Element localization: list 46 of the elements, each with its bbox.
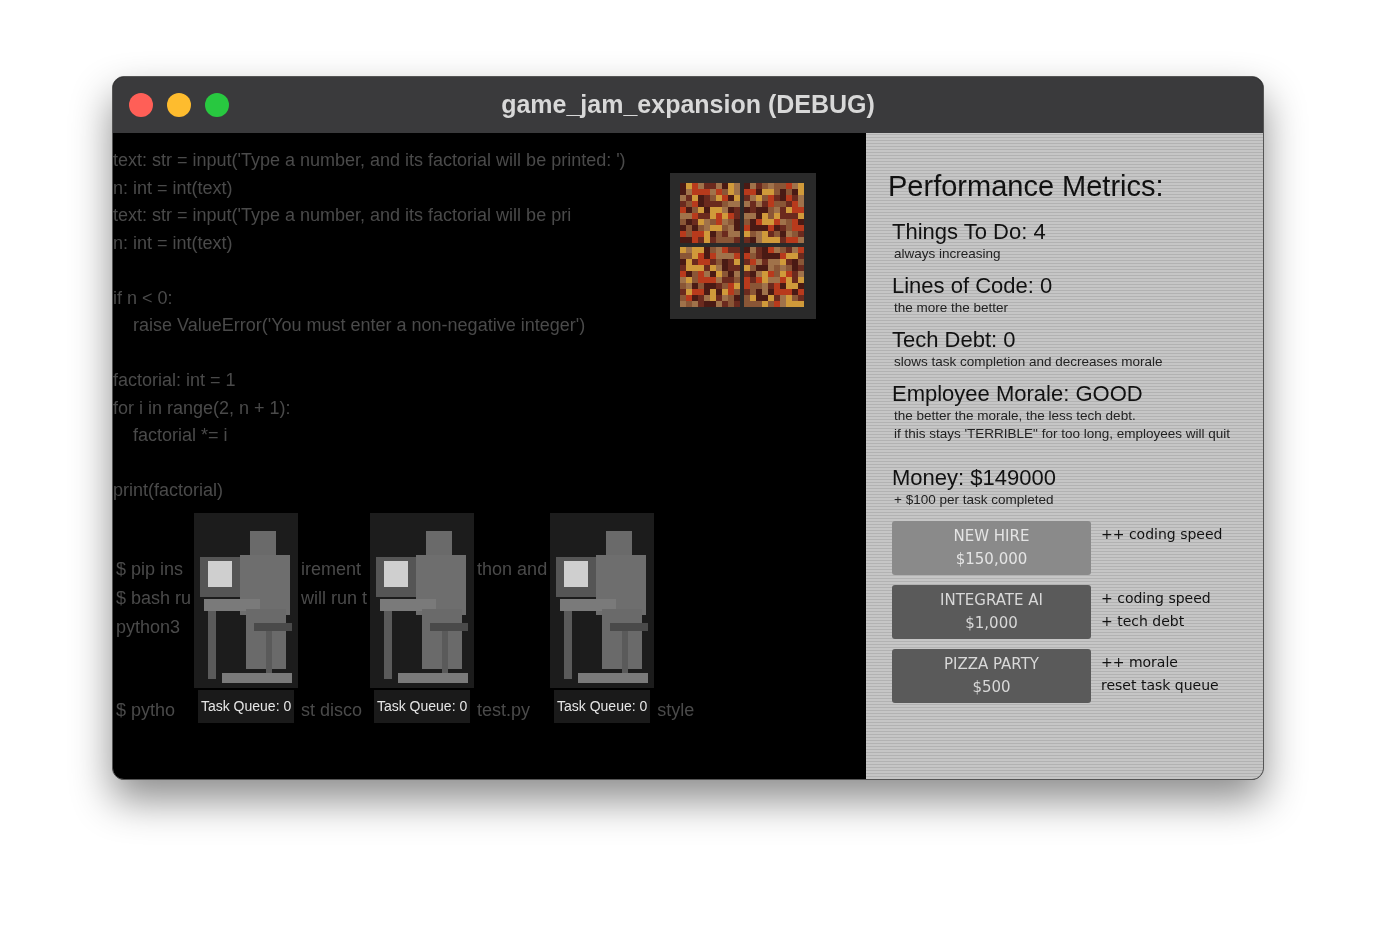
close-button[interactable] — [129, 93, 153, 117]
code-line: factorial: int = 1 — [113, 369, 237, 392]
effect-text: + coding speed — [1101, 588, 1211, 608]
task-queue-label: Task Queue: 0 — [373, 689, 471, 723]
code-fragment: $ bash ru — [116, 586, 192, 610]
code-line: n: int = int(text) — [113, 176, 234, 200]
code-line: raise ValueError('You must enter a non-negative integer') — [132, 314, 587, 337]
panel-heading: Performance Metrics: — [888, 169, 1165, 204]
metric-label: Money: $149000 — [892, 464, 1057, 491]
minimize-button[interactable] — [167, 93, 191, 117]
metric-label: Tech Debt: 0 — [892, 326, 1017, 353]
metric-label: Lines of Code: 0 — [892, 272, 1054, 299]
maximize-button[interactable] — [205, 93, 229, 117]
code-fragment: thon and — [477, 557, 548, 581]
code-fragment: will run t — [301, 586, 368, 610]
metric-note: the more the better — [893, 298, 1010, 317]
effect-text: ++ coding speed — [1101, 524, 1223, 544]
code-fragment: st disco — [301, 698, 364, 722]
code-fragment: $ pytho — [116, 698, 177, 722]
code-fragment: python3 — [116, 615, 181, 639]
code-line: if n < 0: — [113, 286, 174, 310]
code-fragment: irement — [301, 557, 362, 581]
code-line: text: str = input('Type a number, and its factorial will be printed: ') — [113, 149, 627, 172]
purchase-button[interactable]: INTEGRATE AI $1,000 — [892, 584, 1091, 639]
purchase-button[interactable]: PIZZA PARTY $500 — [892, 648, 1091, 703]
metric-label: Employee Morale: GOOD — [892, 380, 1144, 407]
task-queue-label: Task Queue: 0 — [197, 689, 295, 723]
task-queue-label: Task Queue: 0 — [554, 689, 651, 723]
code-fragment: $ pip ins — [116, 557, 184, 581]
effect-text: ++ morale — [1101, 652, 1179, 672]
metric-note: the better the morale, the less tech debt. — [893, 406, 1137, 425]
metric-note: if this stays 'TERRIBLE" for too long, employees will quit — [893, 424, 1231, 443]
metric-note: slows task completion and decreases morale — [893, 352, 1164, 371]
code-line: for i in range(2, n + 1): — [113, 396, 292, 420]
code-line: text: str = input('Type a number, and its factorial will be pri — [113, 204, 573, 227]
code-line: print(factorial) — [113, 479, 225, 502]
code-line: factorial *= i — [132, 424, 229, 447]
window-title: game_jam_expansion (DEBUG) — [501, 89, 875, 121]
effect-text: + tech debt — [1101, 611, 1186, 631]
code-fragment: style — [657, 698, 695, 722]
code-fragment: test.py — [477, 698, 532, 722]
code-line: n: int = int(text) — [113, 231, 234, 255]
metric-note: + $100 per task completed — [893, 490, 1055, 509]
effect-text: reset task queue — [1101, 675, 1219, 695]
metric-label: Things To Do: 4 — [892, 218, 1047, 245]
metric-note: always increasing — [893, 244, 1002, 263]
